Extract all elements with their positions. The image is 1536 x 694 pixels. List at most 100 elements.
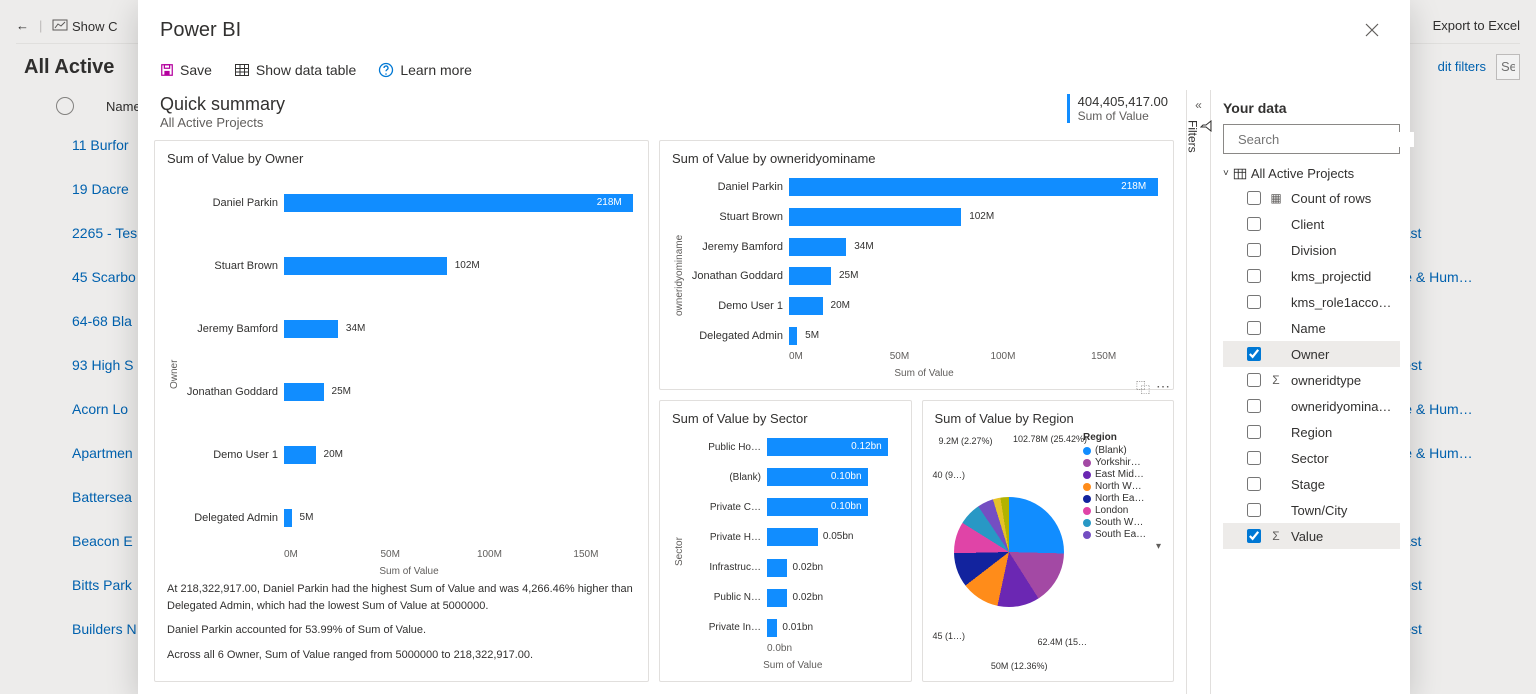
more-icon[interactable]: ⋯ bbox=[1156, 378, 1170, 398]
bar-row: Infrastruc…0.02bn bbox=[687, 559, 899, 577]
bar-row: Stuart Brown102M bbox=[182, 257, 636, 275]
chevron-down-icon: ˅ bbox=[1223, 168, 1229, 179]
field-row[interactable]: Sector bbox=[1223, 445, 1400, 471]
bar-row: Jeremy Bamford34M bbox=[182, 320, 636, 338]
bar-row: Jeremy Bamford34M bbox=[687, 238, 1161, 256]
field-row[interactable]: Σowneridtype bbox=[1223, 367, 1400, 393]
learn-more-button[interactable]: Learn more bbox=[378, 62, 472, 78]
chart-title: Sum of Value by Owner bbox=[167, 151, 636, 166]
close-button[interactable] bbox=[1356, 14, 1388, 46]
field-name: Count of rows bbox=[1291, 191, 1396, 206]
bar-row: Jonathan Goddard25M bbox=[182, 383, 636, 401]
data-search[interactable] bbox=[1223, 124, 1400, 154]
chart-sector[interactable]: Sum of Value by Sector Sector Public Ho…… bbox=[659, 400, 912, 682]
legend-item[interactable]: North Ea… bbox=[1083, 493, 1161, 504]
kpi-card: 404,405,417.00 Sum of Value bbox=[1067, 94, 1168, 123]
bar-row: Public Ho…0.12bn bbox=[687, 438, 899, 456]
save-button[interactable]: Save bbox=[160, 62, 212, 78]
bar-row: Demo User 120M bbox=[687, 297, 1161, 315]
bar-row: Daniel Parkin218M bbox=[687, 178, 1161, 196]
chart-title: Sum of Value by owneridyominame bbox=[672, 151, 1161, 166]
bar-row: Demo User 120M bbox=[182, 446, 636, 464]
powerbi-modal: Power BI Save Show data table Learn more… bbox=[138, 0, 1410, 694]
field-name: Owner bbox=[1291, 347, 1396, 362]
field-row[interactable]: owneridyomina… bbox=[1223, 393, 1400, 419]
show-data-table-button[interactable]: Show data table bbox=[234, 62, 356, 78]
legend-item[interactable]: (Blank) bbox=[1083, 445, 1161, 456]
legend-item[interactable]: London bbox=[1083, 505, 1161, 516]
chart-yomi[interactable]: Sum of Value by owneridyominame owneridy… bbox=[659, 140, 1174, 390]
view-node[interactable]: ˅ All Active Projects bbox=[1223, 162, 1400, 185]
bar-row: Private C…0.10bn bbox=[687, 498, 899, 516]
legend-item[interactable]: South Ea… bbox=[1083, 529, 1161, 540]
field-row[interactable]: kms_projectid bbox=[1223, 263, 1400, 289]
field-name: Region bbox=[1291, 425, 1396, 440]
legend-item[interactable]: North W… bbox=[1083, 481, 1161, 492]
field-checkbox[interactable] bbox=[1247, 295, 1261, 309]
field-name: Division bbox=[1291, 243, 1396, 258]
table-icon bbox=[1233, 167, 1247, 181]
legend-item[interactable]: Yorkshir… bbox=[1083, 457, 1161, 468]
field-row[interactable]: Region bbox=[1223, 419, 1400, 445]
save-icon bbox=[160, 63, 174, 77]
focus-icon[interactable]: ⿻ bbox=[1136, 378, 1150, 398]
legend-item[interactable]: South W… bbox=[1083, 517, 1161, 528]
field-checkbox[interactable] bbox=[1247, 269, 1261, 283]
bar-row: Public N…0.02bn bbox=[687, 589, 899, 607]
legend-more[interactable]: ▾ bbox=[1083, 541, 1161, 552]
field-checkbox[interactable] bbox=[1247, 399, 1261, 413]
field-name: Value bbox=[1291, 529, 1396, 544]
field-checkbox[interactable] bbox=[1247, 321, 1261, 335]
field-name: owneridyomina… bbox=[1291, 399, 1396, 414]
modal-toolbar: Save Show data table Learn more bbox=[138, 52, 1410, 90]
field-tree: ˅ All Active Projects ▦ Count of rows Clie… bbox=[1223, 162, 1400, 549]
chart-title: Sum of Value by Sector bbox=[672, 411, 899, 426]
pie-chart bbox=[954, 497, 1064, 607]
table-icon bbox=[234, 62, 250, 78]
field-row[interactable]: Name bbox=[1223, 315, 1400, 341]
visual-hover-toolbar[interactable]: ⿻ ⋯ bbox=[1136, 378, 1170, 398]
field-checkbox[interactable] bbox=[1247, 477, 1261, 491]
chart-region[interactable]: Sum of Value by Region 102.78M (25.42%) … bbox=[922, 400, 1175, 682]
field-checkbox[interactable] bbox=[1247, 373, 1261, 387]
field-row[interactable]: Owner bbox=[1223, 341, 1400, 367]
close-icon bbox=[1365, 23, 1379, 37]
collapse-filters-icon[interactable]: « bbox=[1195, 98, 1202, 112]
field-checkbox[interactable] bbox=[1247, 529, 1261, 543]
pie-legend: Region (Blank)Yorkshir…East Mid…North W…… bbox=[1083, 432, 1161, 671]
legend-item[interactable]: East Mid… bbox=[1083, 469, 1161, 480]
field-checkbox[interactable] bbox=[1247, 347, 1261, 361]
field-row[interactable]: kms_role1acco… bbox=[1223, 289, 1400, 315]
field-checkbox[interactable] bbox=[1247, 451, 1261, 465]
insights-text: At 218,322,917.00, Daniel Parkin had the… bbox=[167, 577, 636, 671]
bar-row: Stuart Brown102M bbox=[687, 208, 1161, 226]
field-row[interactable]: ▦ Count of rows bbox=[1223, 185, 1400, 211]
bar-row: Daniel Parkin218M bbox=[182, 194, 636, 212]
summary-subtitle: All Active Projects bbox=[160, 115, 285, 130]
field-checkbox[interactable] bbox=[1247, 243, 1261, 257]
field-name: Town/City bbox=[1291, 503, 1396, 518]
bar-row: Private H…0.05bn bbox=[687, 528, 899, 546]
field-checkbox[interactable] bbox=[1247, 217, 1261, 231]
field-row[interactable]: Σ Value bbox=[1223, 523, 1400, 549]
sigma-icon: Σ bbox=[1269, 529, 1283, 543]
field-row[interactable]: Stage bbox=[1223, 471, 1400, 497]
field-name: kms_projectid bbox=[1291, 269, 1396, 284]
field-name: Client bbox=[1291, 217, 1396, 232]
report-canvas: Quick summary All Active Projects 404,40… bbox=[138, 90, 1186, 694]
summary-title: Quick summary bbox=[160, 94, 285, 115]
field-row[interactable]: Client bbox=[1223, 211, 1400, 237]
field-row[interactable]: Division bbox=[1223, 237, 1400, 263]
chart-owner[interactable]: Sum of Value by Owner Owner Daniel Parki… bbox=[154, 140, 649, 682]
modal-title: Power BI bbox=[160, 19, 241, 42]
table-icon: ▦ bbox=[1269, 191, 1283, 205]
data-search-input[interactable] bbox=[1238, 132, 1414, 147]
bar-row: Delegated Admin5M bbox=[182, 509, 636, 527]
field-checkbox[interactable] bbox=[1247, 191, 1261, 205]
field-name: kms_role1acco… bbox=[1291, 295, 1396, 310]
field-row[interactable]: Town/City bbox=[1223, 497, 1400, 523]
filters-label[interactable]: Filters bbox=[1186, 120, 1212, 153]
field-checkbox[interactable] bbox=[1247, 425, 1261, 439]
field-checkbox[interactable] bbox=[1247, 503, 1261, 517]
field-name: owneridtype bbox=[1291, 373, 1396, 388]
